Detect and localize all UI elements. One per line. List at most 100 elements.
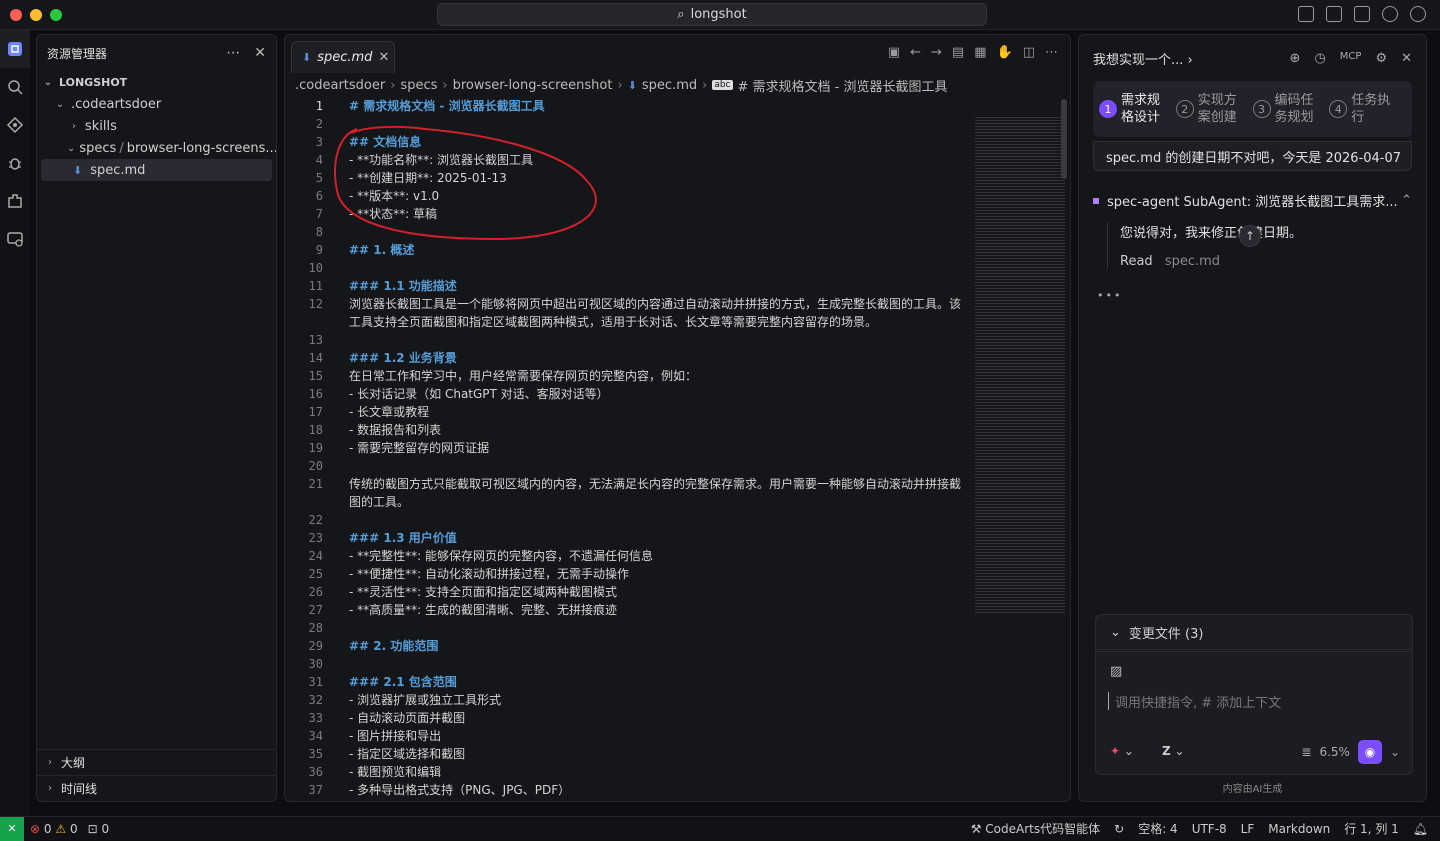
table-icon[interactable]: ▦ xyxy=(974,45,986,60)
code-line[interactable]: 17 - 长文章或教程 xyxy=(285,403,965,421)
more-actions-icon[interactable]: ⋯ xyxy=(226,45,240,61)
close-window-button[interactable] xyxy=(10,9,22,21)
toggle-secondary-sidebar-icon[interactable] xyxy=(1354,6,1370,22)
profile-icon[interactable] xyxy=(1410,6,1426,22)
debug-activity[interactable] xyxy=(0,144,30,182)
remote-indicator[interactable]: ✕ xyxy=(0,816,24,841)
sync-icon[interactable]: ↻ xyxy=(1114,822,1124,836)
tree-item-codeartsdoer[interactable]: ⌄ .codeartsdoer xyxy=(37,93,276,115)
close-icon[interactable]: ✕ xyxy=(1401,51,1412,66)
code-line[interactable]: 29 ## 2. 功能范围 xyxy=(285,637,965,655)
code-line[interactable]: 37 - 多种导出格式支持（PNG、JPG、PDF） xyxy=(285,781,965,799)
changed-files-header[interactable]: ⌄ 变更文件 (3) xyxy=(1095,614,1413,650)
close-icon[interactable]: ✕ xyxy=(254,45,266,61)
code-line[interactable]: 10 xyxy=(285,259,965,277)
stop-button[interactable]: ◉ xyxy=(1357,740,1382,764)
code-line[interactable]: 26 - **灵活性**: 支持全页面和指定区域两种截图模式 xyxy=(285,583,965,601)
editor-scrollbar[interactable] xyxy=(1061,99,1067,179)
model-select[interactable]: ✦ ⌄ xyxy=(1110,744,1134,758)
close-tab-icon[interactable]: ✕ xyxy=(378,50,389,65)
outline-section[interactable]: › 大纲 xyxy=(37,749,276,775)
minimize-window-button[interactable] xyxy=(30,9,42,21)
toggle-panel-icon[interactable] xyxy=(1326,6,1342,22)
tree-root[interactable]: ⌄ LONGSHOT xyxy=(37,71,276,93)
tree-item-skills[interactable]: › skills xyxy=(37,115,276,137)
minimap[interactable] xyxy=(975,115,1065,615)
code-line[interactable]: 24 - **完整性**: 能够保存网页的完整内容，不遗漏任何信息 xyxy=(285,547,965,565)
problems-indicator[interactable]: ⊗ 0 ⚠ 0 xyxy=(30,822,78,836)
breadcrumb-item[interactable]: browser-long-screenshot xyxy=(453,78,613,93)
workflow-step[interactable]: 2 实现方案创建 xyxy=(1175,92,1253,126)
agent-task-header[interactable]: spec-agent SubAgent: 浏览器长截图工具需求... ⌃ xyxy=(1093,191,1412,210)
workflow-step[interactable]: 3 编码任务规划 xyxy=(1252,92,1330,126)
code-line[interactable]: 13 xyxy=(285,331,965,349)
code-line[interactable]: 27 - **高质量**: 生成的截图清晰、完整、无拼接痕迹 xyxy=(285,601,965,619)
search-activity[interactable] xyxy=(0,68,30,106)
scroll-to-bottom-button[interactable]: ↑ xyxy=(1239,225,1261,247)
tree-item-specs[interactable]: ⌄ specs / browser-long-screens... xyxy=(37,137,276,159)
timeline-section[interactable]: › 时间线 xyxy=(37,775,276,801)
breadcrumb-item[interactable]: .codeartsdoer xyxy=(295,78,385,93)
code-line[interactable]: 12 浏览器长截图工具是一个能够将网页中超出可视区域的内容通过自动滚动并拼接的方式… xyxy=(285,295,965,331)
code-line[interactable]: 14 ### 1.2 业务背景 xyxy=(285,349,965,367)
history-icon[interactable]: ◷ xyxy=(1314,51,1325,66)
maximize-window-button[interactable] xyxy=(50,9,62,21)
code-line[interactable]: 32 - 浏览器扩展或独立工具形式 xyxy=(285,691,965,709)
chevron-down-icon[interactable]: ⌄ xyxy=(1390,745,1400,759)
code-line[interactable]: 18 - 数据报告和列表 xyxy=(285,421,965,439)
code-line[interactable]: 19 - 需要完整留存的网页证据 xyxy=(285,439,965,457)
mode-select[interactable]: Z ⌄ xyxy=(1162,744,1185,758)
encoding[interactable]: UTF-8 xyxy=(1192,822,1227,836)
eol[interactable]: LF xyxy=(1241,822,1255,836)
go-back-icon[interactable]: ← xyxy=(910,45,921,60)
preview-icon[interactable]: ▣ xyxy=(888,45,900,60)
explorer-activity[interactable] xyxy=(0,30,30,68)
code-line[interactable]: 34 - 图片拼接和导出 xyxy=(285,727,965,745)
code-line[interactable]: 35 - 指定区域选择和截图 xyxy=(285,745,965,763)
split-editor-icon[interactable]: ◫ xyxy=(1023,45,1035,60)
workflow-step[interactable]: 4 任务执行 xyxy=(1329,92,1406,126)
code-line[interactable]: 20 xyxy=(285,457,965,475)
toggle-sidebar-icon[interactable] xyxy=(1298,6,1314,22)
more-actions-icon[interactable]: ⋯ xyxy=(1045,45,1058,60)
new-chat-icon[interactable]: ⊕ xyxy=(1290,51,1301,66)
ports-indicator[interactable]: ⊡ 0 xyxy=(88,822,110,836)
chat-input[interactable]: 调用快捷指令, # 添加上下文 xyxy=(1108,692,1398,711)
chevron-up-icon[interactable]: ⌃ xyxy=(1401,193,1412,208)
breadcrumb-item[interactable]: specs xyxy=(400,78,437,93)
remote-activity[interactable] xyxy=(0,220,30,258)
indentation[interactable]: 空格: 4 xyxy=(1138,820,1178,837)
language-mode[interactable]: Markdown xyxy=(1268,822,1330,836)
code-line[interactable]: 31 ### 2.1 包含范围 xyxy=(285,673,965,691)
gear-icon[interactable]: ⚙ xyxy=(1375,51,1387,66)
mcp-icon[interactable]: MCP xyxy=(1340,51,1362,66)
code-line[interactable]: 36 - 截图预览和编辑 xyxy=(285,763,965,781)
account-icon[interactable] xyxy=(1382,6,1398,22)
tree-item-spec-md[interactable]: ⬇ spec.md xyxy=(41,159,272,181)
tab-spec-md[interactable]: ⬇ spec.md ✕ xyxy=(291,41,395,73)
cursor-position[interactable]: 行 1, 列 1 xyxy=(1344,820,1399,837)
read-file[interactable]: spec.md xyxy=(1165,254,1220,269)
bell-icon[interactable]: 🔔︎ xyxy=(1413,822,1428,836)
code-line[interactable]: 30 xyxy=(285,655,965,673)
breadcrumb-item[interactable]: # 需求规格文档 - 浏览器长截图工具 xyxy=(738,76,948,95)
code-line[interactable]: 1 # 需求规格文档 - 浏览器长截图工具 xyxy=(285,97,965,115)
code-line[interactable]: 28 xyxy=(285,619,965,637)
command-search-box[interactable]: ⌕ longshot xyxy=(437,3,987,26)
image-attach-icon[interactable]: ▨ xyxy=(1110,664,1122,679)
code-line[interactable]: 23 ### 1.3 用户价值 xyxy=(285,529,965,547)
hand-icon[interactable]: ✋ xyxy=(997,45,1013,60)
workflow-step[interactable]: 1 需求规格设计 xyxy=(1099,92,1176,126)
code-line[interactable]: 11 ### 1.1 功能描述 xyxy=(285,277,965,295)
code-line[interactable]: 25 - **便捷性**: 自动化滚动和拼接过程，无需手动操作 xyxy=(285,565,965,583)
extensions-activity[interactable] xyxy=(0,182,30,220)
code-line[interactable]: 16 - 长对话记录（如 ChatGPT 对话、客服对话等） xyxy=(285,385,965,403)
source-control-activity[interactable] xyxy=(0,106,30,144)
open-changes-icon[interactable]: ▤ xyxy=(952,45,964,60)
go-forward-icon[interactable]: → xyxy=(931,45,942,60)
breadcrumb-item[interactable]: spec.md xyxy=(642,78,697,93)
code-line[interactable]: 21 传统的截图方式只能截取可视区域内的内容，无法满足长内容的完整保存需求。用户需… xyxy=(285,475,965,511)
chat-title[interactable]: 我想实现一个... › xyxy=(1093,49,1193,68)
code-line[interactable]: 33 - 自动滚动页面并截图 xyxy=(285,709,965,727)
code-line[interactable]: 15 在日常工作和学习中，用户经常需要保存网页的完整内容，例如： xyxy=(285,367,965,385)
